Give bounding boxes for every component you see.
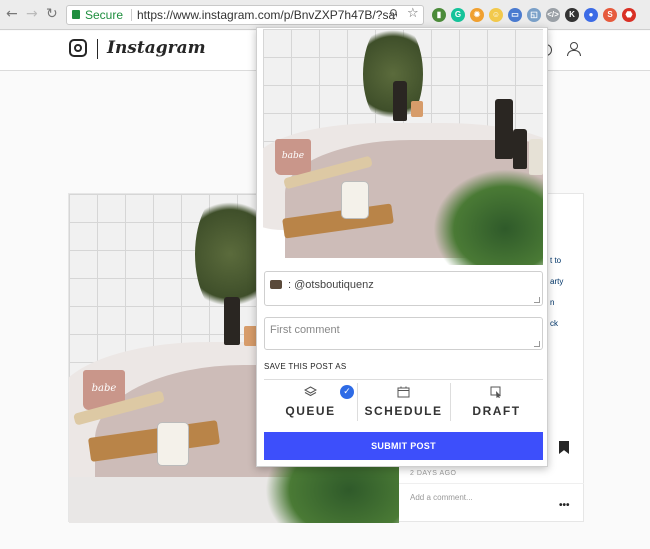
dark-pump-bottle: [495, 99, 513, 159]
save-as-label: SAVE THIS POST AS: [264, 362, 347, 371]
resize-handle-icon[interactable]: [534, 297, 540, 303]
candle: [157, 422, 189, 466]
browser-toolbar: ← → ↻ Secure https://www.instagram.com/p…: [0, 0, 650, 30]
address-bar[interactable]: Secure https://www.instagram.com/p/BnvZX…: [66, 5, 424, 25]
comment-divider: [399, 483, 584, 484]
bookmark-icon[interactable]: [559, 441, 569, 454]
url-text[interactable]: https://www.instagram.com/p/BnvZXP7h47B/…: [137, 6, 397, 24]
secure-label: Secure: [85, 8, 124, 22]
s-extension-icon[interactable]: S: [603, 8, 617, 22]
reload-button[interactable]: ↻: [46, 6, 58, 22]
soap-bottle: [224, 297, 240, 345]
profile-icon[interactable]: [567, 42, 581, 56]
post-side-text: t to arty n ck: [550, 256, 564, 328]
small-pot: [411, 101, 423, 117]
back-button[interactable]: ←: [6, 6, 18, 22]
layers-icon: [304, 386, 317, 397]
add-comment-input[interactable]: Add a comment...: [410, 493, 473, 502]
babe-mug: babe: [275, 139, 311, 175]
popup-photo-preview: babe: [263, 29, 543, 265]
chart-extension-icon[interactable]: ▮: [432, 8, 446, 22]
fern-plant: [433, 169, 543, 265]
red-extension-icon[interactable]: ⬣: [622, 8, 636, 22]
dark-bottle: [513, 129, 527, 169]
calendar-icon: [397, 386, 410, 398]
bookmark-star-icon[interactable]: ☆: [407, 6, 419, 23]
resize-handle-icon[interactable]: [534, 341, 540, 347]
candle: [341, 181, 369, 219]
sun-extension-icon[interactable]: ✹: [470, 8, 484, 22]
post-time: 2 DAYS AGO: [410, 470, 457, 477]
forward-button[interactable]: →: [26, 6, 38, 22]
selected-check-icon: ✓: [340, 385, 354, 399]
emoji-extension-icon[interactable]: ☺: [489, 8, 503, 22]
lock-icon: [72, 10, 80, 19]
active-extension-icon[interactable]: ◱: [527, 8, 541, 22]
address-separator: [131, 9, 132, 21]
schedule-option[interactable]: SCHEDULE: [357, 383, 450, 423]
grammarly-extension-icon[interactable]: G: [451, 8, 465, 22]
instagram-camera-icon[interactable]: [69, 39, 87, 57]
chat-extension-icon[interactable]: ●: [584, 8, 598, 22]
more-options-icon[interactable]: •••: [559, 500, 570, 511]
save-as-divider: [264, 379, 543, 380]
draft-option[interactable]: DRAFT: [450, 383, 543, 423]
submit-post-button[interactable]: SUBMIT POST: [264, 432, 543, 460]
queue-label: QUEUE: [285, 404, 336, 418]
code-extension-icon[interactable]: </>: [546, 8, 560, 22]
k-extension-icon[interactable]: K: [565, 8, 579, 22]
first-comment-input[interactable]: First comment: [264, 317, 543, 350]
zoom-icon[interactable]: ⚲: [389, 6, 398, 23]
caption-input[interactable]: : @otsboutiquenz: [264, 271, 543, 306]
scheduler-popup: babe : @otsboutiquenz First comment SAVE…: [256, 27, 548, 467]
schedule-label: SCHEDULE: [364, 404, 443, 418]
draft-cursor-icon: [490, 386, 501, 398]
box-extension-icon[interactable]: ▭: [508, 8, 522, 22]
soap-bottle: [393, 81, 407, 121]
draft-label: DRAFT: [472, 404, 521, 418]
camera-emoji-icon: [270, 279, 282, 289]
logo-divider: [97, 39, 98, 59]
instagram-wordmark[interactable]: Instagram: [107, 38, 206, 58]
